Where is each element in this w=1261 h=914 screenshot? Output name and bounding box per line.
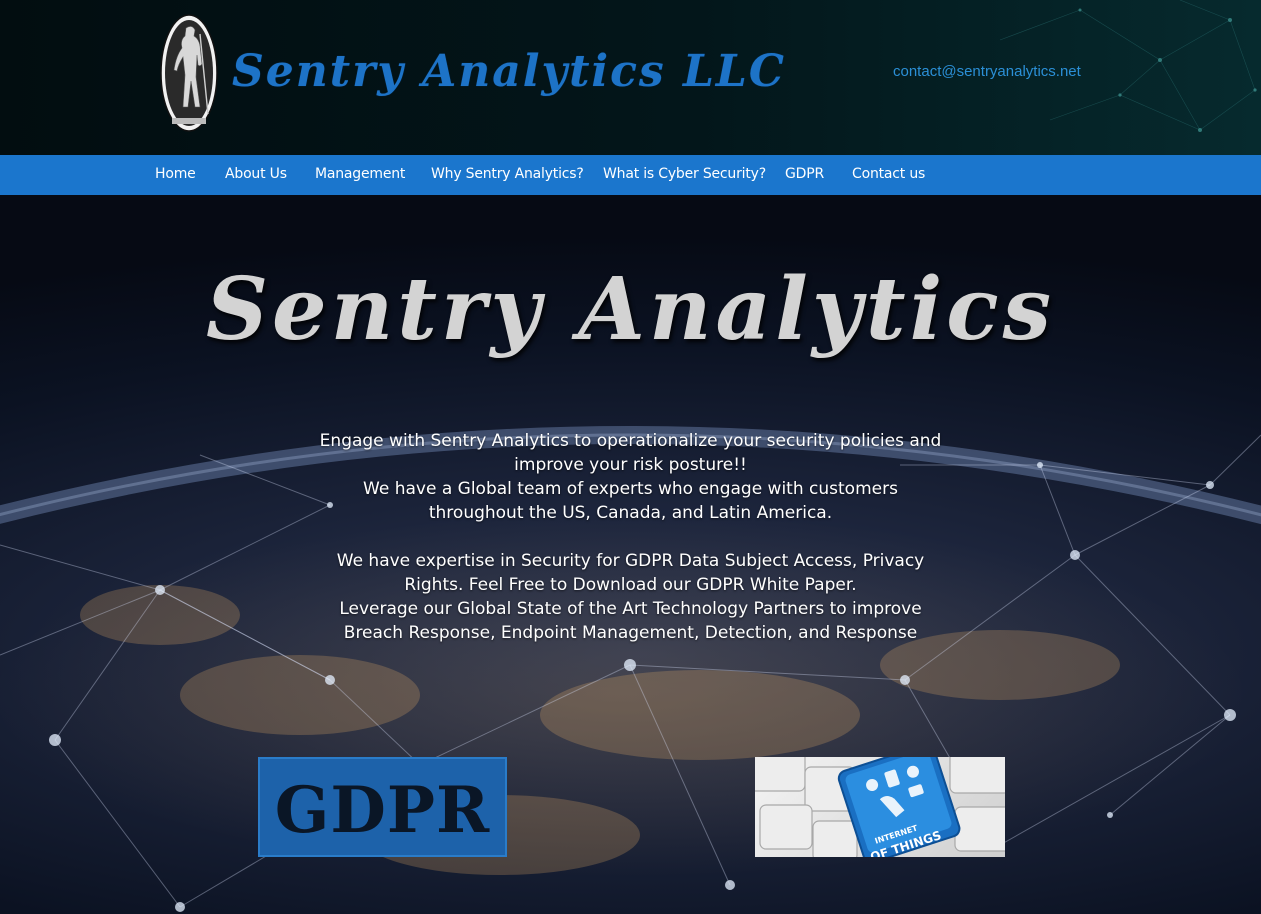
hero-title: Sentry Analytics	[205, 259, 1056, 360]
contact-email-link[interactable]: contact@sentryanalytics.net	[893, 63, 1081, 80]
nav-item-home[interactable]: Home	[155, 166, 196, 182]
nav-item-cyber-security[interactable]: What is Cyber Security?	[603, 166, 766, 182]
hero-text-line: We have a Global team of experts who eng…	[363, 479, 898, 499]
hero-text-line: improve your risk posture!!	[514, 455, 747, 475]
site-header: Sentry Analytics LLC contact@sentryanaly…	[0, 0, 1261, 155]
hero-text-line: throughout the US, Canada, and Latin Ame…	[428, 503, 833, 523]
keyboard-iot-key-icon: INTERNET OF THINGS	[755, 757, 1005, 857]
brand-name[interactable]: Sentry Analytics LLC	[232, 46, 786, 97]
nav-item-about-us[interactable]: About Us	[225, 166, 287, 182]
hero-text-line: Engage with Sentry Analytics to operatio…	[319, 431, 942, 451]
nav-item-contact-us[interactable]: Contact us	[852, 166, 925, 182]
nav-item-gdpr[interactable]: GDPR	[785, 166, 824, 182]
gdpr-tile-label: GDPR	[274, 773, 491, 848]
nav-item-why-sentry[interactable]: Why Sentry Analytics?	[431, 166, 584, 182]
hero-section: Sentry Analytics Engage with Sentry Anal…	[0, 195, 1261, 914]
nav-item-management[interactable]: Management	[315, 166, 405, 182]
hero-text-line: Breach Response, Endpoint Management, De…	[343, 623, 918, 643]
minuteman-statue-icon	[160, 14, 218, 132]
hero-text-line: Rights. Feel Free to Download our GDPR W…	[404, 575, 857, 595]
hero-paragraph-intro: Engage with Sentry Analytics to operatio…	[0, 429, 1261, 525]
hero-text-line: Leverage our Global State of the Art Tec…	[339, 599, 922, 619]
iot-keyboard-image[interactable]: INTERNET OF THINGS	[755, 757, 1005, 857]
hero-paragraph-expertise: We have expertise in Security for GDPR D…	[0, 549, 1261, 645]
main-navigation: Home About Us Management Why Sentry Anal…	[0, 155, 1261, 195]
hero-text-line: We have expertise in Security for GDPR D…	[336, 551, 925, 571]
gdpr-tile-image[interactable]: GDPR	[258, 757, 507, 857]
